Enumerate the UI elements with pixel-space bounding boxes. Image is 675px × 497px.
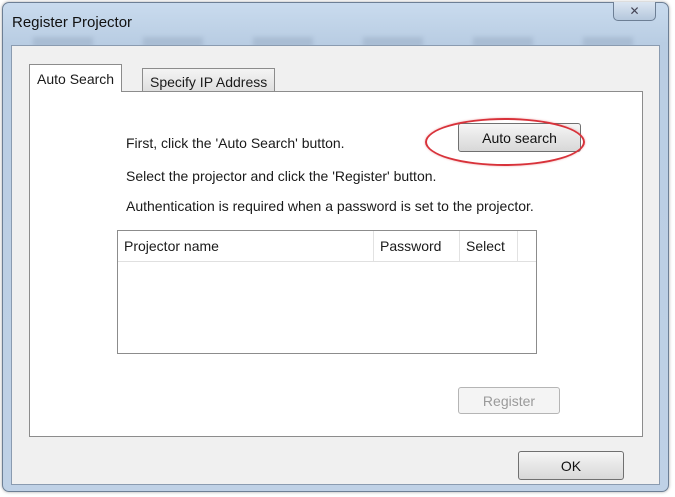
- register-button[interactable]: Register: [458, 387, 560, 414]
- column-header-projector-name[interactable]: Projector name: [118, 231, 374, 261]
- window-title: Register Projector: [12, 14, 133, 31]
- close-icon: ✕: [629, 4, 640, 18]
- projector-list[interactable]: Projector name Password Select: [117, 230, 537, 354]
- title-bar: Register Projector ✕: [3, 2, 668, 47]
- register-projector-window: Register Projector ✕ Auto Search Specify…: [2, 2, 669, 492]
- column-header-password[interactable]: Password: [374, 231, 460, 261]
- tab-auto-search[interactable]: Auto Search: [29, 64, 123, 92]
- instruction-line-3: Authentication is required when a passwo…: [126, 198, 534, 214]
- list-header: Projector name Password Select: [118, 231, 536, 262]
- column-header-select[interactable]: Select: [460, 231, 518, 261]
- tab-label: Auto Search: [37, 70, 115, 87]
- dialog-body: Auto Search Specify IP Address First, cl…: [11, 45, 660, 485]
- ok-button[interactable]: OK: [518, 451, 624, 480]
- instruction-line-2: Select the projector and click the 'Regi…: [126, 168, 437, 184]
- tab-label: Specify IP Address: [150, 73, 268, 90]
- instruction-line-1: First, click the 'Auto Search' button.: [126, 135, 345, 151]
- close-button[interactable]: ✕: [613, 2, 656, 21]
- highlight-annotation-oval: [425, 118, 585, 166]
